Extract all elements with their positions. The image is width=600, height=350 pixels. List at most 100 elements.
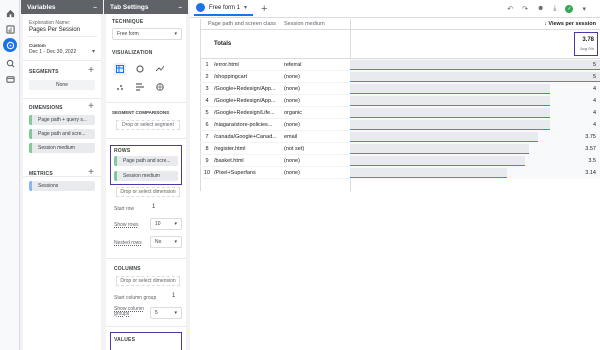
technique-select[interactable]: Free form ▾ xyxy=(112,28,182,40)
dimensions-label: DIMENSIONS xyxy=(29,105,63,111)
scatter-viz-icon[interactable] xyxy=(114,81,126,93)
row-page-path: /error.html xyxy=(214,61,239,68)
line-viz-icon[interactable] xyxy=(154,63,166,75)
start-column-group-input[interactable]: 1 xyxy=(172,293,175,299)
table-row[interactable]: 5/Google+Redesign/Life... organic 4 xyxy=(200,107,600,119)
column-dimension-drop-zone[interactable]: Drop or select dimension xyxy=(116,276,180,286)
minimize-icon[interactable]: – xyxy=(178,4,182,11)
col-header-page-path[interactable]: Page path and screen class xyxy=(208,21,276,27)
totals-value: 3.78 xyxy=(582,37,594,43)
dimension-chip[interactable]: Page path + query s... xyxy=(29,115,95,125)
table-row[interactable]: 9/basket.html (none) 3.5 xyxy=(200,155,600,167)
row-metric-cell: 3.75 xyxy=(350,131,600,143)
minimize-icon[interactable]: – xyxy=(93,4,97,11)
row-value-bar xyxy=(350,108,550,118)
bar-viz-icon[interactable] xyxy=(134,81,146,93)
add-segment-icon[interactable]: + xyxy=(88,65,94,76)
metric-chip[interactable]: Sessions xyxy=(29,181,95,191)
table-row[interactable]: 6/niagara/store-policies... (none) 4 xyxy=(200,119,600,131)
rows-highlight xyxy=(110,145,182,185)
variables-body: Exploration Name: Pages Per Session Cust… xyxy=(23,14,101,350)
table-row[interactable]: 8/register.html (not set) 3.57 xyxy=(200,143,600,155)
row-value-bar xyxy=(350,96,550,106)
table-row[interactable]: 1/error.html referral 5 xyxy=(200,59,600,71)
configure-icon[interactable] xyxy=(5,74,15,84)
row-session-medium: email xyxy=(284,133,298,140)
row-page-path: /Pixel+Superfans xyxy=(214,169,256,176)
status-check-icon[interactable]: ✓ xyxy=(565,4,574,13)
dimension-chip[interactable]: Page path and scre... xyxy=(29,129,95,139)
row-page-path: /basket.html xyxy=(214,157,244,164)
row-page-path: /Google+Redesign/Life... xyxy=(214,109,275,116)
add-tab-icon[interactable]: + xyxy=(261,3,267,15)
tab-settings-header: Tab Settings – xyxy=(104,0,188,14)
tab-settings-title: Tab Settings xyxy=(110,3,149,11)
table-row[interactable]: 4/Google+Redesign/App... (none) 4 xyxy=(200,95,600,107)
share-user-icon[interactable]: ☻ xyxy=(537,5,544,12)
chevron-down-icon: ▾ xyxy=(174,310,177,316)
row-value: 3.57 xyxy=(585,146,596,152)
home-icon[interactable] xyxy=(5,8,15,18)
show-rows-select[interactable]: 10 ▾ xyxy=(150,218,182,230)
dimension-chip[interactable]: Session medium xyxy=(29,143,95,153)
show-column-groups-select[interactable]: 5 ▾ xyxy=(150,307,182,319)
row-metric-cell: 3.5 xyxy=(350,155,600,167)
chevron-down-icon: ▾ xyxy=(174,31,177,37)
reports-icon[interactable] xyxy=(5,24,15,34)
row-value: 3.5 xyxy=(588,158,596,164)
exploration-canvas: Free form 1 ▾ + ↶ ↷ ☻ ⤓ ✓ ▾ Page path an… xyxy=(190,0,600,350)
metrics-label: METRICS xyxy=(29,171,53,177)
row-page-path: /register.html xyxy=(214,145,246,152)
donut-viz-icon[interactable] xyxy=(134,63,146,75)
show-column-groups-label: Show column groups xyxy=(114,306,145,317)
row-session-medium: (none) xyxy=(284,157,300,164)
row-metric-cell: 3.57 xyxy=(350,143,600,155)
row-number: 2 xyxy=(205,73,209,80)
segment-drop-zone[interactable]: Drop or select segment xyxy=(116,120,180,130)
table-body: 1/error.html referral 5 2/shoppingcart (none… xyxy=(200,59,600,179)
row-page-path: /niagara/store-policies... xyxy=(214,121,273,128)
row-number: 1 xyxy=(205,61,209,68)
add-metric-icon[interactable]: + xyxy=(88,167,94,178)
segments-label: SEGMENTS xyxy=(29,69,59,75)
start-row-input[interactable]: 1 xyxy=(152,204,155,210)
row-dimension-drop-zone[interactable]: Drop or select dimension xyxy=(116,187,180,197)
exploration-name-label: Exploration Name: xyxy=(29,20,71,26)
chevron-down-icon[interactable]: ▾ xyxy=(582,5,586,13)
segment-comparisons-label: SEGMENT COMPARISONS xyxy=(112,110,170,115)
download-icon[interactable]: ⤓ xyxy=(553,5,556,13)
chevron-down-icon[interactable]: ▾ xyxy=(92,48,95,55)
totals-row: Totals 3.78 Avg 0% xyxy=(200,29,600,59)
row-session-medium: (none) xyxy=(284,85,300,92)
tab-free-form-1[interactable]: Free form 1 ▾ xyxy=(194,2,254,16)
row-metric-cell: 4 xyxy=(350,83,600,95)
table-row[interactable]: 7/canada/Google+Canad... email 3.75 xyxy=(200,131,600,143)
row-value-bar xyxy=(350,132,538,142)
nested-rows-select[interactable]: No ▾ xyxy=(150,236,182,248)
start-column-group-label: Start column group xyxy=(114,295,157,301)
undo-icon[interactable]: ↶ xyxy=(507,5,513,13)
table-row[interactable]: 3/Google+Redesign/App... (none) 4 xyxy=(200,83,600,95)
row-number: 9 xyxy=(205,157,209,164)
table-row[interactable]: 10/Pixel+Superfans (none) 3.14 xyxy=(200,167,600,179)
row-metric-cell: 5 xyxy=(350,71,600,83)
date-range-picker[interactable]: Dec 1 - Dec 30, 2022 xyxy=(29,49,76,55)
add-dimension-icon[interactable]: + xyxy=(88,101,94,112)
visualization-label: VISUALIZATION xyxy=(112,50,153,56)
variables-panel: Variables – Exploration Name: Pages Per … xyxy=(21,0,103,350)
col-header-views-per-session[interactable]: ↓ Views per session xyxy=(544,21,596,27)
table-viz-icon[interactable] xyxy=(114,63,126,75)
row-session-medium: (none) xyxy=(284,121,300,128)
advertising-icon[interactable] xyxy=(5,58,15,68)
row-metric-cell: 3.14 xyxy=(350,167,600,179)
redo-icon[interactable]: ↷ xyxy=(522,5,528,13)
variables-title: Variables xyxy=(27,3,56,11)
row-value: 3.75 xyxy=(585,134,596,140)
exploration-name-input[interactable]: Pages Per Session xyxy=(29,27,80,33)
geo-viz-icon[interactable] xyxy=(154,81,166,93)
col-header-session-medium[interactable]: Session medium xyxy=(284,21,325,27)
technique-value: Free form xyxy=(117,31,139,37)
table-row[interactable]: 2/shoppingcart (none) 5 xyxy=(200,71,600,83)
explore-icon[interactable] xyxy=(3,38,17,52)
chevron-down-icon: ▾ xyxy=(174,239,177,245)
